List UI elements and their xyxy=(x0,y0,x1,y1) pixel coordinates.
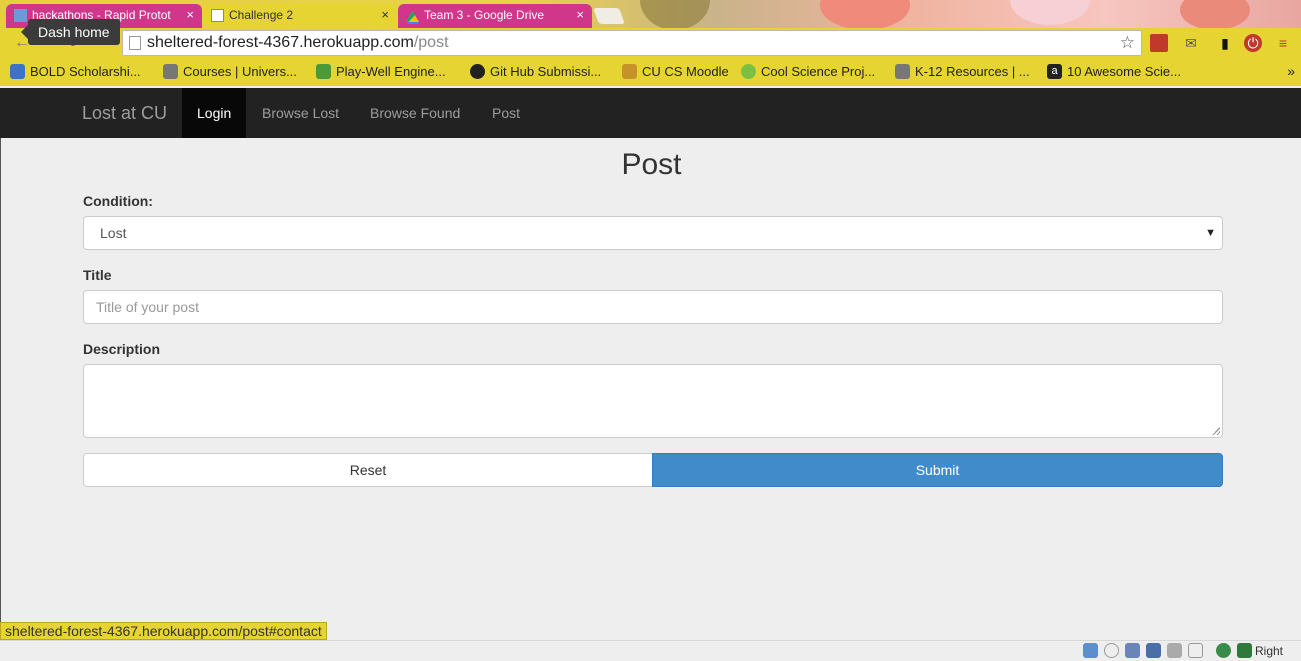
title-label: Title xyxy=(83,267,112,283)
shield-icon xyxy=(895,64,910,79)
phone-extension-icon[interactable]: ▮ xyxy=(1216,34,1234,52)
mouse-integration-icon[interactable] xyxy=(1237,643,1252,658)
resize-handle-icon[interactable] xyxy=(1212,427,1220,435)
bookmarks-overflow-icon[interactable]: » xyxy=(1287,63,1295,79)
theme-decoration xyxy=(1010,0,1090,25)
bookmark-extension-icon[interactable] xyxy=(1150,34,1168,52)
close-tab-icon[interactable]: × xyxy=(186,4,194,26)
bookmark-item[interactable]: Cool Science Proj... xyxy=(741,64,875,80)
title-input[interactable]: Title of your post xyxy=(83,290,1223,324)
chevron-down-icon: ▼ xyxy=(1205,227,1216,239)
page-favicon-icon xyxy=(14,9,27,22)
dash-home-tooltip: Dash home xyxy=(21,19,120,45)
reset-button[interactable]: Reset xyxy=(83,453,653,487)
bookmark-item[interactable]: BOLD Scholarshi... xyxy=(10,64,141,80)
address-bar[interactable]: sheltered-forest-4367.herokuapp.com/post… xyxy=(122,30,1142,56)
site-navbar: Lost at CU Login Browse Lost Browse Foun… xyxy=(0,88,1301,138)
bookmark-label: Git Hub Submissi... xyxy=(490,64,602,79)
bookmark-label: K-12 Resources | ... xyxy=(915,64,1030,79)
bookmark-star-icon[interactable]: ☆ xyxy=(1120,31,1135,55)
bookmarks-bar: BOLD Scholarshi... Courses | Univers... … xyxy=(0,60,1301,86)
github-icon xyxy=(470,64,485,79)
science-icon xyxy=(741,64,756,79)
description-label: Description xyxy=(83,341,161,357)
tab-challenge-2[interactable]: Challenge 2 × xyxy=(203,4,397,28)
close-tab-icon[interactable]: × xyxy=(576,4,584,26)
bookmark-label: BOLD Scholarshi... xyxy=(30,64,141,79)
tab-label: Challenge 2 xyxy=(229,8,294,22)
capture-icon[interactable] xyxy=(1216,643,1231,658)
page-info-icon[interactable] xyxy=(129,36,141,50)
tab-label: Team 3 - Google Drive xyxy=(424,8,545,22)
post-form: Post Condition: Lost ▼ Title Title of yo… xyxy=(0,138,1301,622)
description-textarea[interactable] xyxy=(83,364,1223,438)
bookmark-item[interactable]: Play-Well Engine... xyxy=(316,64,446,80)
storage-icon[interactable] xyxy=(1083,643,1098,658)
display-icon[interactable] xyxy=(1188,643,1203,658)
shield-icon xyxy=(163,64,178,79)
new-tab-button[interactable] xyxy=(593,8,625,24)
moodle-icon xyxy=(622,64,637,79)
network-icon[interactable] xyxy=(1146,643,1161,658)
condition-label: Condition: xyxy=(83,193,153,209)
calendar-icon xyxy=(10,64,25,79)
theme-decoration xyxy=(640,0,710,28)
nav-browse-found[interactable]: Browse Found xyxy=(355,88,475,138)
usb-icon[interactable] xyxy=(1125,643,1140,658)
bookmark-item[interactable]: Git Hub Submissi... xyxy=(470,64,601,80)
bookmark-item[interactable]: a 10 Awesome Scie... xyxy=(1047,64,1181,80)
bookmark-item[interactable]: K-12 Resources | ... xyxy=(895,64,1030,80)
document-icon xyxy=(211,9,224,22)
bookmark-item[interactable]: Courses | Univers... xyxy=(163,64,297,80)
amazon-icon: a xyxy=(1047,64,1062,79)
site-brand[interactable]: Lost at CU xyxy=(82,88,167,138)
google-drive-icon xyxy=(406,9,419,24)
bookmark-label: Play-Well Engine... xyxy=(336,64,446,79)
nav-login[interactable]: Login xyxy=(182,88,247,138)
submit-button[interactable]: Submit xyxy=(652,453,1223,487)
bookmark-item[interactable]: CU CS Moodle xyxy=(622,64,729,80)
browser-toolbar: ← ● sheltered-forest-4367.herokuapp.com/… xyxy=(0,28,1301,60)
link-status-bar: sheltered-forest-4367.herokuapp.com/post… xyxy=(0,622,327,640)
condition-select[interactable]: Lost ▼ xyxy=(83,216,1223,250)
theme-decoration xyxy=(1180,0,1250,28)
menu-icon[interactable]: ≡ xyxy=(1274,34,1292,52)
page-title: Post xyxy=(621,148,682,181)
tab-google-drive[interactable]: Team 3 - Google Drive × xyxy=(398,4,592,28)
condition-value: Lost xyxy=(100,225,127,241)
nav-post[interactable]: Post xyxy=(477,88,535,138)
bookmark-label: 10 Awesome Scie... xyxy=(1067,64,1181,79)
bookmark-label: CU CS Moodle xyxy=(642,64,729,79)
power-extension-icon[interactable]: ⏻ xyxy=(1244,34,1262,52)
puzzle-icon xyxy=(316,64,331,79)
nav-browse-lost[interactable]: Browse Lost xyxy=(247,88,354,138)
shared-folder-icon[interactable] xyxy=(1167,643,1182,658)
optical-drive-icon[interactable] xyxy=(1104,643,1119,658)
bookmark-label: Cool Science Proj... xyxy=(761,64,876,79)
url-path: /post xyxy=(413,34,449,51)
close-tab-icon[interactable]: × xyxy=(381,4,389,26)
mail-icon[interactable]: ✉ xyxy=(1182,34,1200,52)
browser-tab-strip: hackathons - Rapid Protot × Challenge 2 … xyxy=(0,0,1301,28)
bookmark-label: Courses | Univers... xyxy=(183,64,297,79)
url-host: sheltered-forest-4367.herokuapp.com xyxy=(147,34,414,51)
host-key-label: Right Ctrl xyxy=(1255,644,1284,658)
theme-decoration xyxy=(820,0,910,28)
